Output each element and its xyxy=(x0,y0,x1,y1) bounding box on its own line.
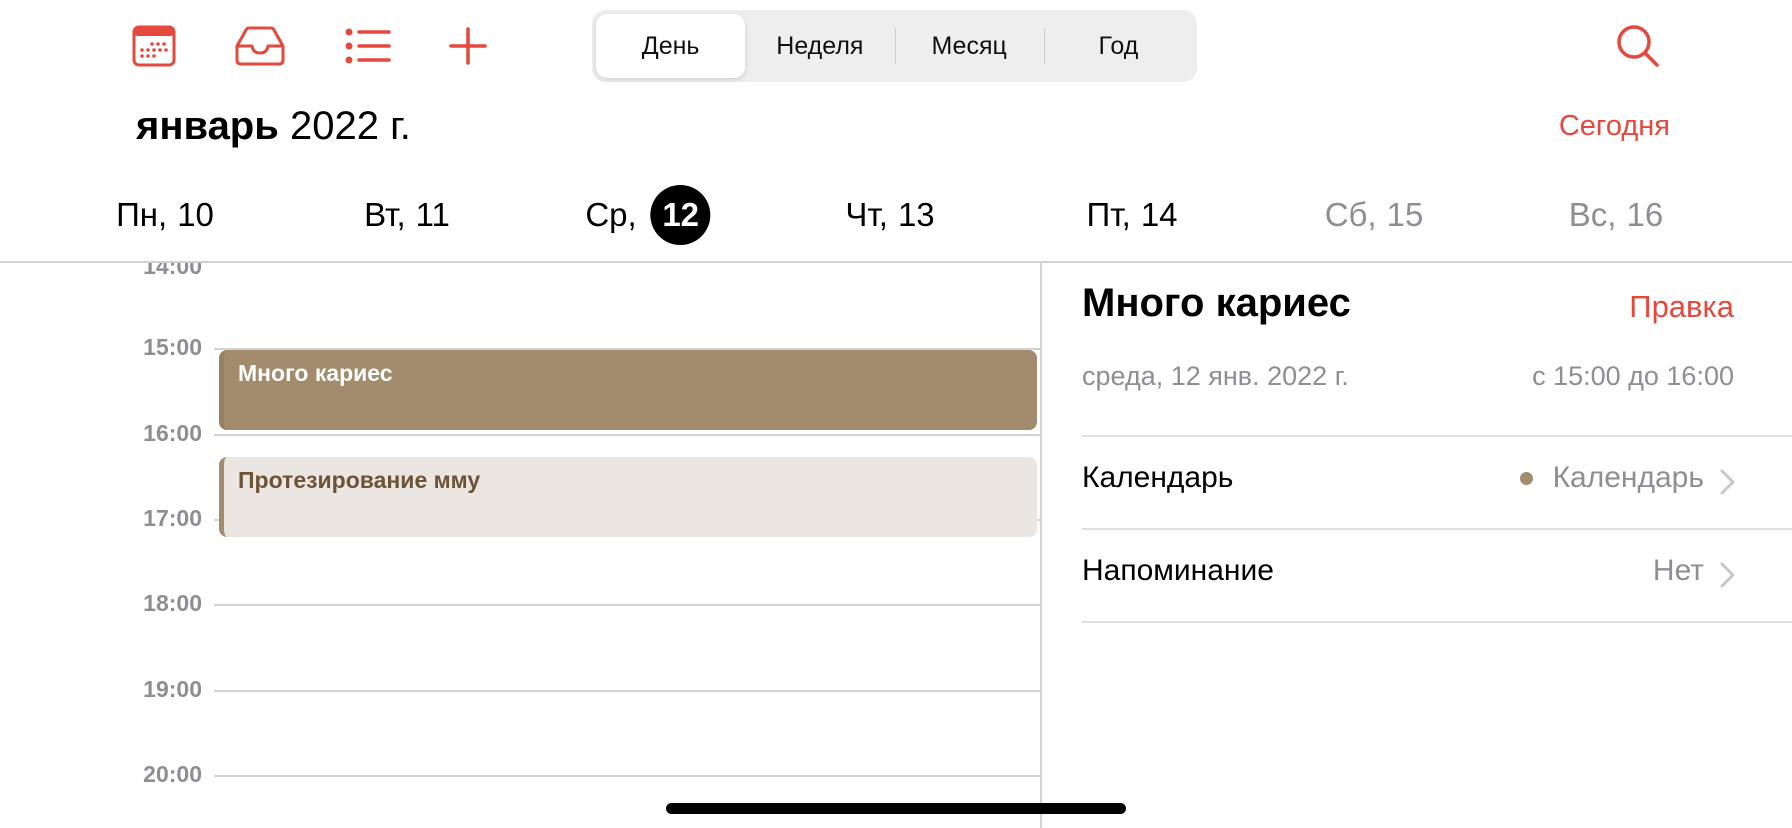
day-number: 11 xyxy=(415,196,450,233)
hour-line xyxy=(214,434,1041,436)
alert-row[interactable]: Напоминание Нет xyxy=(1082,530,1792,620)
hour-row: 20:00 xyxy=(0,761,1041,787)
tab-week[interactable]: Неделя xyxy=(745,14,894,78)
calendar-row[interactable]: Календарь Календарь xyxy=(1082,437,1792,527)
hour-row: 19:00 xyxy=(0,676,1041,702)
day-number: 16 xyxy=(1626,196,1664,233)
weekday-label: Сб, xyxy=(1324,196,1377,233)
tab-day[interactable]: День xyxy=(596,14,746,78)
weekday-label: Пн, xyxy=(116,196,168,233)
weekday-label: Пт, xyxy=(1086,196,1131,233)
hour-row: 14:00 xyxy=(0,263,1041,279)
day-number: 15 xyxy=(1386,196,1424,233)
tab-month-label: Месяц xyxy=(931,31,1007,60)
day-sun[interactable]: Вс, 16 xyxy=(1569,183,1663,247)
weekday-label: Вс, xyxy=(1568,196,1617,233)
event-date: среда, 12 янв. 2022 г. xyxy=(1082,361,1349,391)
event-title: Много кариес xyxy=(238,360,393,386)
divider xyxy=(1043,28,1046,64)
day-fri[interactable]: Пт, 14 xyxy=(1086,183,1177,247)
day-wed[interactable]: Ср, 12 xyxy=(585,183,711,247)
search-button[interactable] xyxy=(1610,20,1666,72)
hour-row: 18:00 xyxy=(0,590,1041,616)
event-detail-title: Много кариес xyxy=(1082,281,1351,325)
day-tue[interactable]: Вт, 11 xyxy=(364,183,450,247)
hour-label: 17:00 xyxy=(143,505,202,531)
add-event-button[interactable] xyxy=(442,22,494,70)
day-timeline[interactable]: 14:00 15:00 16:00 17:00 18:00 19:00 20:0… xyxy=(0,263,1041,828)
event-title: Протезирование мму xyxy=(238,467,481,493)
list-button[interactable] xyxy=(342,22,394,70)
tab-day-label: День xyxy=(641,31,700,60)
weekday-label: Чт, xyxy=(845,196,888,233)
month-title: январь 2022 г. xyxy=(136,104,411,149)
year: 2022 г. xyxy=(289,104,411,148)
row-value: Календарь xyxy=(1519,461,1704,495)
chevron-right-icon xyxy=(1720,469,1735,495)
tab-year[interactable]: Год xyxy=(1043,14,1193,78)
divider xyxy=(1082,621,1792,623)
hour-row: 16:00 xyxy=(0,420,1041,446)
month-name: январь xyxy=(136,104,279,148)
hour-line xyxy=(214,604,1041,606)
row-label: Напоминание xyxy=(1082,554,1274,587)
event-block-selected[interactable]: Много кариес xyxy=(219,350,1037,430)
inbox-button[interactable] xyxy=(234,22,286,70)
hour-line xyxy=(214,690,1041,692)
hour-line xyxy=(214,775,1041,777)
hour-label: 18:00 xyxy=(143,590,202,616)
day-number: 14 xyxy=(1140,196,1178,233)
calendars-button[interactable] xyxy=(128,22,180,70)
today-button[interactable]: Сегодня xyxy=(1530,110,1670,143)
alert-value: Нет xyxy=(1652,554,1704,587)
hour-label: 20:00 xyxy=(143,761,202,787)
hour-label: 14:00 xyxy=(143,263,202,279)
hour-label: 16:00 xyxy=(143,420,202,446)
search-icon xyxy=(1617,25,1659,67)
weekday-label: Вт, xyxy=(364,196,406,233)
calendar-icon xyxy=(132,25,176,67)
weekday-label: Ср, xyxy=(585,196,637,233)
hour-label: 15:00 xyxy=(143,334,202,360)
day-number: 13 xyxy=(897,196,935,233)
row-value: Нет xyxy=(1653,554,1704,588)
day-thu[interactable]: Чт, 13 xyxy=(845,183,934,247)
plus-icon xyxy=(449,27,487,65)
week-strip: Пн, 10 Вт, 11 Ср, 12 Чт, 13 Пт, 14 Сб, 15 Вс, 1… xyxy=(0,183,1792,247)
event-block[interactable]: Протезирование мму xyxy=(219,457,1037,537)
chevron-right-icon xyxy=(1720,562,1735,588)
home-indicator[interactable] xyxy=(666,803,1126,814)
tab-month[interactable]: Месяц xyxy=(894,14,1044,78)
event-time: с 15:00 до 16:00 xyxy=(1532,361,1734,391)
day-mon[interactable]: Пн, 10 xyxy=(116,183,214,247)
view-segmented-control: День Неделя Месяц Год xyxy=(592,10,1197,82)
inbox-icon xyxy=(235,26,285,66)
hour-label: 19:00 xyxy=(143,676,202,702)
tab-week-label: Неделя xyxy=(776,31,864,60)
day-sat[interactable]: Сб, 15 xyxy=(1325,183,1424,247)
day-number: 10 xyxy=(177,196,214,233)
calendar-color-dot xyxy=(1519,471,1533,485)
divider xyxy=(894,28,896,64)
tab-year-label: Год xyxy=(1098,31,1139,60)
calendar-name: Календарь xyxy=(1552,461,1704,494)
row-label: Календарь xyxy=(1082,461,1234,494)
selected-day-number: 12 xyxy=(650,185,711,245)
panel-divider xyxy=(1040,263,1042,828)
edit-button[interactable]: Правка xyxy=(1542,289,1734,325)
list-icon xyxy=(345,28,391,64)
event-detail-panel: Много кариес Правка среда, 12 янв. 2022 … xyxy=(1082,263,1792,828)
